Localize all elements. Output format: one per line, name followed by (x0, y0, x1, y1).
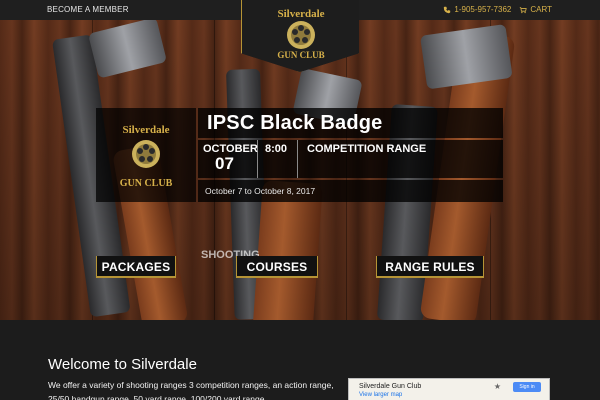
cart-label: CART (530, 5, 552, 14)
become-member-link[interactable]: BECOME A MEMBER (47, 5, 129, 14)
gun-club-logo: Silverdale GUN CLUB (120, 124, 173, 189)
event-date-cell: OCTOBER 07 (198, 140, 258, 178)
event-venue: COMPETITION RANGE (307, 143, 427, 155)
packages-label: PACKAGES (101, 260, 171, 274)
phone-link[interactable]: 1-905-957-7362 (443, 5, 511, 14)
phone-icon (444, 6, 451, 13)
shotgun-receiver-left (88, 20, 168, 79)
event-date-range: October 7 to October 8, 2017 (205, 186, 316, 196)
logo-word-bottom: GUN CLUB (120, 178, 173, 189)
map-sign-in-button[interactable]: Sign in (513, 382, 541, 392)
cart-link[interactable]: CART (519, 5, 552, 14)
welcome-section: Welcome to Silverdale We offer a variety… (0, 320, 600, 400)
event-title-box: IPSC Black Badge (198, 108, 503, 138)
event-date-box: October 7 to October 8, 2017 (198, 180, 503, 202)
welcome-heading: Welcome to Silverdale (48, 356, 197, 373)
courses-label: COURSES (246, 260, 308, 274)
shooting-packages-button[interactable]: SHOOTING PACKAGES (96, 249, 260, 278)
event-logo-box: Silverdale GUN CLUB (96, 108, 196, 202)
event-time: 8:00 (265, 143, 288, 155)
welcome-paragraph: We offer a variety of shooting ranges 3 … (48, 380, 334, 400)
event-day: 07 (215, 154, 234, 173)
range-rules-label: RANGE RULES (385, 260, 475, 274)
event-time-cell: 8:00 (258, 140, 298, 178)
view-larger-map-link[interactable]: View larger map (359, 392, 402, 398)
map-place-title: Silverdale Gun Club (359, 383, 422, 390)
courses-button[interactable]: COURSES (236, 256, 318, 278)
cart-icon (520, 6, 528, 13)
phone-number: 1-905-957-7362 (454, 5, 512, 14)
save-star-icon[interactable]: ★ (494, 382, 501, 391)
event-title: IPSC Black Badge (207, 112, 383, 134)
badge-word-top: Silverdale (277, 8, 324, 20)
topbar-contact: 1-905-957-7362 CART (443, 5, 552, 14)
event-venue-cell: COMPETITION RANGE (298, 140, 503, 178)
event-card[interactable]: Silverdale GUN CLUB IPSC Black Badge OCT… (96, 108, 503, 202)
badge-word-bottom: GUN CLUB (277, 50, 324, 60)
map-preview[interactable]: Silverdale Gun Club View larger map ★ Si… (348, 378, 550, 400)
logo-word-top: Silverdale (122, 124, 169, 136)
range-rules-button[interactable]: RANGE RULES (376, 256, 484, 278)
event-details-row: OCTOBER 07 8:00 COMPETITION RANGE (198, 140, 503, 178)
